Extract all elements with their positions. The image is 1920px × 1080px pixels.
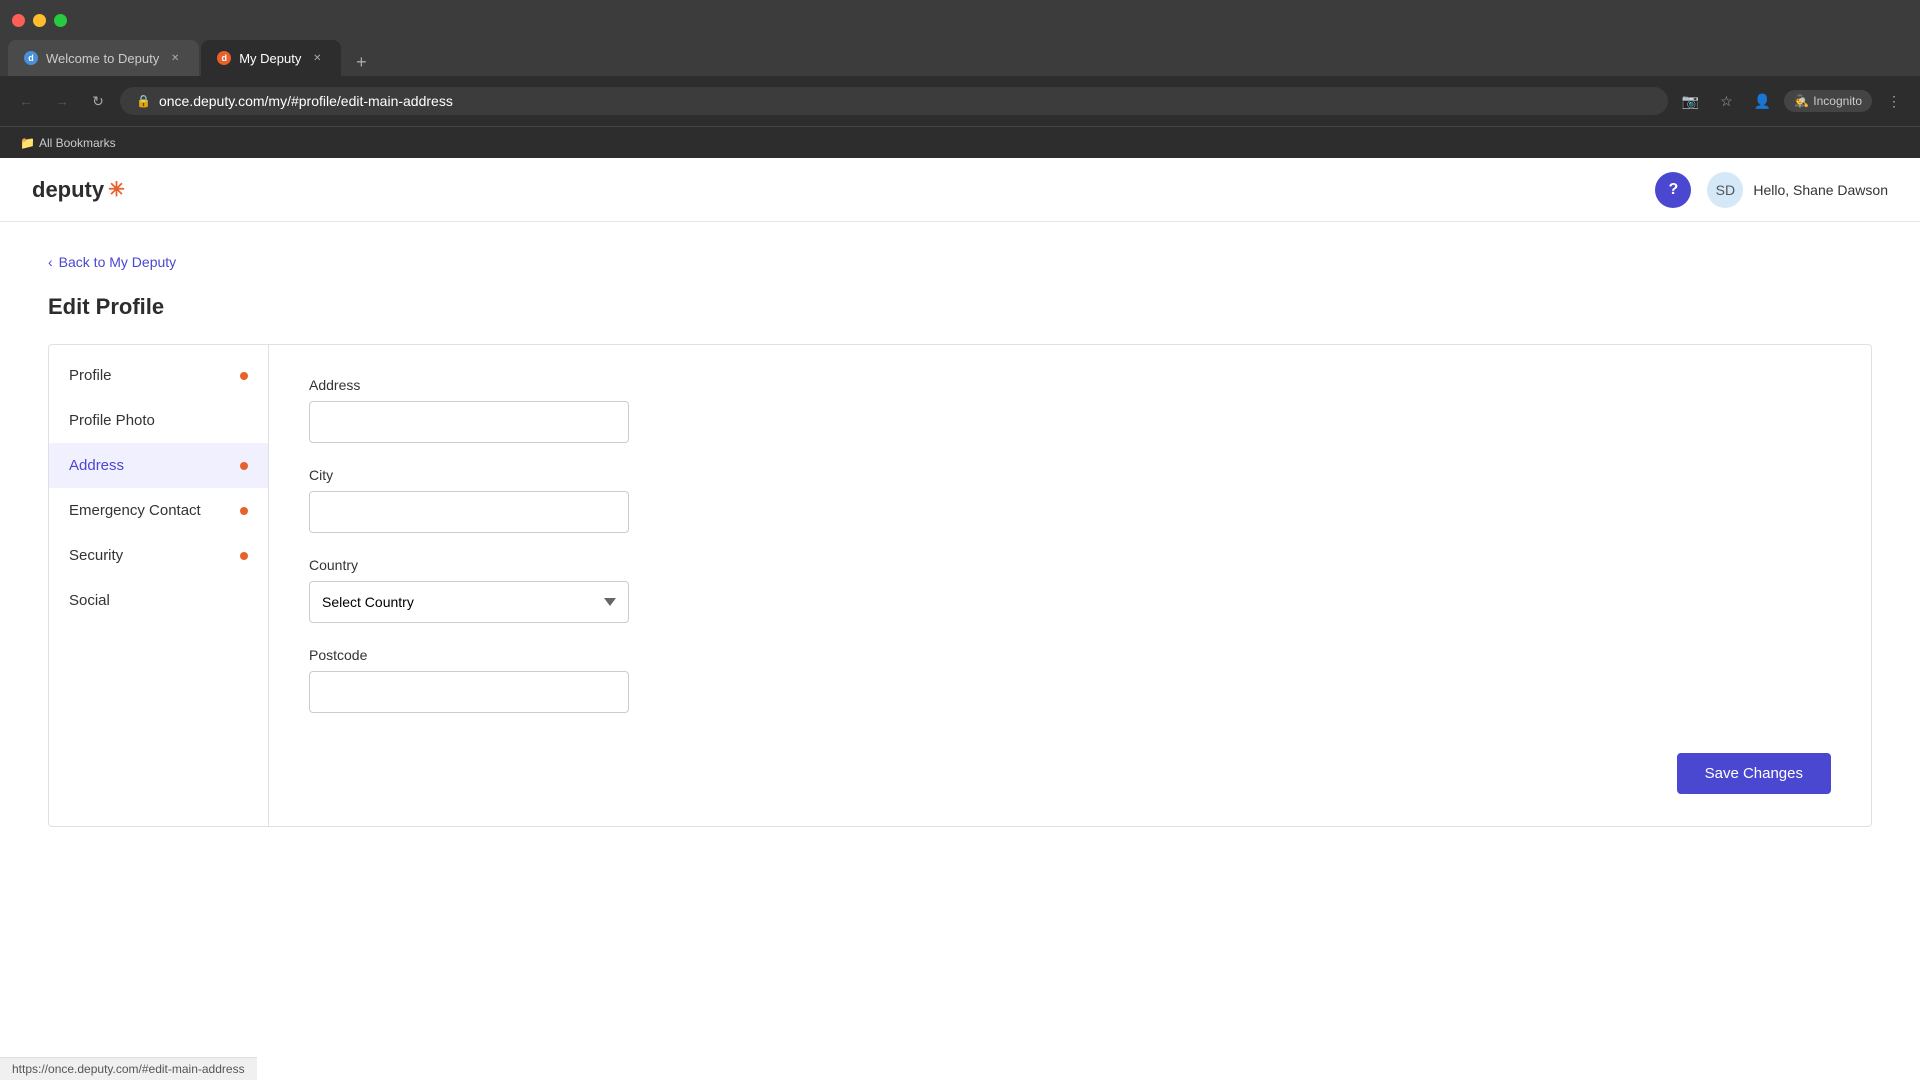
- sidebar-emergency-contact-label: Emergency Contact: [69, 502, 201, 519]
- avatar: SD: [1707, 172, 1743, 208]
- incognito-icon: 🕵: [1794, 94, 1809, 108]
- avatar-initials: SD: [1716, 182, 1735, 198]
- app-wrapper: deputy ✳ ? SD Hello, Shane Dawson ‹ Back: [0, 158, 1920, 1080]
- sidebar-item-security[interactable]: Security: [49, 533, 268, 578]
- all-bookmarks-item[interactable]: 📁 All Bookmarks: [12, 132, 124, 154]
- back-chevron-icon: ‹: [48, 254, 53, 270]
- form-area: Address City Country Select Country Aust…: [269, 345, 1871, 826]
- address-bar[interactable]: 🔒 once.deputy.com/my/#profile/edit-main-…: [120, 87, 1668, 115]
- reload-button[interactable]: ↻: [84, 87, 112, 115]
- user-greeting: Hello, Shane Dawson: [1753, 182, 1888, 198]
- tab-my-deputy[interactable]: d My Deputy ✕: [201, 40, 341, 76]
- sidebar-item-emergency-contact[interactable]: Emergency Contact: [49, 488, 268, 533]
- tab-welcome-close[interactable]: ✕: [167, 50, 183, 66]
- profile-icon[interactable]: 👤: [1748, 87, 1776, 115]
- sidebar-item-address[interactable]: Address: [49, 443, 268, 488]
- back-to-my-deputy-link[interactable]: ‹ Back to My Deputy: [48, 254, 1872, 270]
- postcode-input[interactable]: [309, 671, 629, 713]
- city-input[interactable]: [309, 491, 629, 533]
- emergency-required-dot: [240, 507, 248, 515]
- lock-icon: 🔒: [136, 94, 151, 108]
- tab-welcome[interactable]: d Welcome to Deputy ✕: [8, 40, 199, 76]
- tab-my-deputy-label: My Deputy: [239, 51, 301, 66]
- sidebar-item-social[interactable]: Social: [49, 578, 268, 623]
- status-bar: https://once.deputy.com/#edit-main-addre…: [0, 1057, 257, 1080]
- city-field-group: City: [309, 467, 1831, 533]
- sidebar-profile-label: Profile: [69, 367, 112, 384]
- deputy-logo: deputy ✳: [32, 177, 125, 203]
- profile-required-dot: [240, 372, 248, 380]
- tab-welcome-favicon: d: [24, 51, 38, 65]
- address-input[interactable]: [309, 401, 629, 443]
- status-url: https://once.deputy.com/#edit-main-addre…: [12, 1062, 245, 1076]
- header-right: ? SD Hello, Shane Dawson: [1655, 172, 1888, 208]
- bookmarks-folder-icon: 📁: [20, 136, 35, 150]
- tabs-bar: d Welcome to Deputy ✕ d My Deputy ✕ +: [0, 40, 1920, 76]
- sidebar-address-label: Address: [69, 457, 124, 474]
- logo-text: deputy: [32, 177, 104, 203]
- sidebar-nav: Profile Profile Photo Address Emergency …: [49, 345, 269, 826]
- menu-icon[interactable]: ⋮: [1880, 87, 1908, 115]
- help-button[interactable]: ?: [1655, 172, 1691, 208]
- app-header: deputy ✳ ? SD Hello, Shane Dawson: [0, 158, 1920, 222]
- incognito-badge: 🕵 Incognito: [1784, 90, 1872, 112]
- tab-my-deputy-close[interactable]: ✕: [309, 50, 325, 66]
- browser-chrome: d Welcome to Deputy ✕ d My Deputy ✕ + ← …: [0, 0, 1920, 1080]
- security-required-dot: [240, 552, 248, 560]
- sidebar-item-profile-photo[interactable]: Profile Photo: [49, 398, 268, 443]
- logo-asterisk: ✳: [108, 177, 125, 202]
- country-select[interactable]: Select Country Australia United States U…: [309, 581, 629, 623]
- edit-profile-container: Profile Profile Photo Address Emergency …: [48, 344, 1872, 827]
- window-controls: [12, 14, 67, 27]
- back-button[interactable]: ←: [12, 87, 40, 115]
- postcode-field-group: Postcode: [309, 647, 1831, 713]
- country-label: Country: [309, 557, 1831, 573]
- address-text: once.deputy.com/my/#profile/edit-main-ad…: [159, 93, 453, 109]
- minimize-window-button[interactable]: [33, 14, 46, 27]
- browser-toolbar: ← → ↻ 🔒 once.deputy.com/my/#profile/edit…: [0, 76, 1920, 126]
- camera-icon[interactable]: 📷: [1676, 87, 1704, 115]
- form-actions: Save Changes: [309, 737, 1831, 794]
- new-tab-button[interactable]: +: [347, 48, 375, 76]
- address-field-group: Address: [309, 377, 1831, 443]
- page-title: Edit Profile: [48, 294, 1872, 320]
- address-required-dot: [240, 462, 248, 470]
- close-window-button[interactable]: [12, 14, 25, 27]
- incognito-label: Incognito: [1813, 94, 1862, 108]
- page-content: ‹ Back to My Deputy Edit Profile Profile…: [0, 222, 1920, 859]
- sidebar-item-profile[interactable]: Profile: [49, 353, 268, 398]
- sidebar-social-label: Social: [69, 592, 110, 609]
- tab-my-deputy-favicon: d: [217, 51, 231, 65]
- sidebar-profile-photo-label: Profile Photo: [69, 412, 155, 429]
- maximize-window-button[interactable]: [54, 14, 67, 27]
- back-link-label: Back to My Deputy: [59, 254, 177, 270]
- all-bookmarks-label: All Bookmarks: [39, 136, 116, 150]
- address-label: Address: [309, 377, 1831, 393]
- help-icon: ?: [1668, 181, 1678, 199]
- bookmark-icon[interactable]: ☆: [1712, 87, 1740, 115]
- forward-button[interactable]: →: [48, 87, 76, 115]
- browser-titlebar: [0, 0, 1920, 40]
- city-label: City: [309, 467, 1831, 483]
- country-field-group: Country Select Country Australia United …: [309, 557, 1831, 623]
- sidebar-security-label: Security: [69, 547, 123, 564]
- tab-welcome-label: Welcome to Deputy: [46, 51, 159, 66]
- bookmarks-bar: 📁 All Bookmarks: [0, 126, 1920, 158]
- save-changes-button[interactable]: Save Changes: [1677, 753, 1831, 794]
- postcode-label: Postcode: [309, 647, 1831, 663]
- toolbar-right: 📷 ☆ 👤 🕵 Incognito ⋮: [1676, 87, 1908, 115]
- user-avatar-area: SD Hello, Shane Dawson: [1707, 172, 1888, 208]
